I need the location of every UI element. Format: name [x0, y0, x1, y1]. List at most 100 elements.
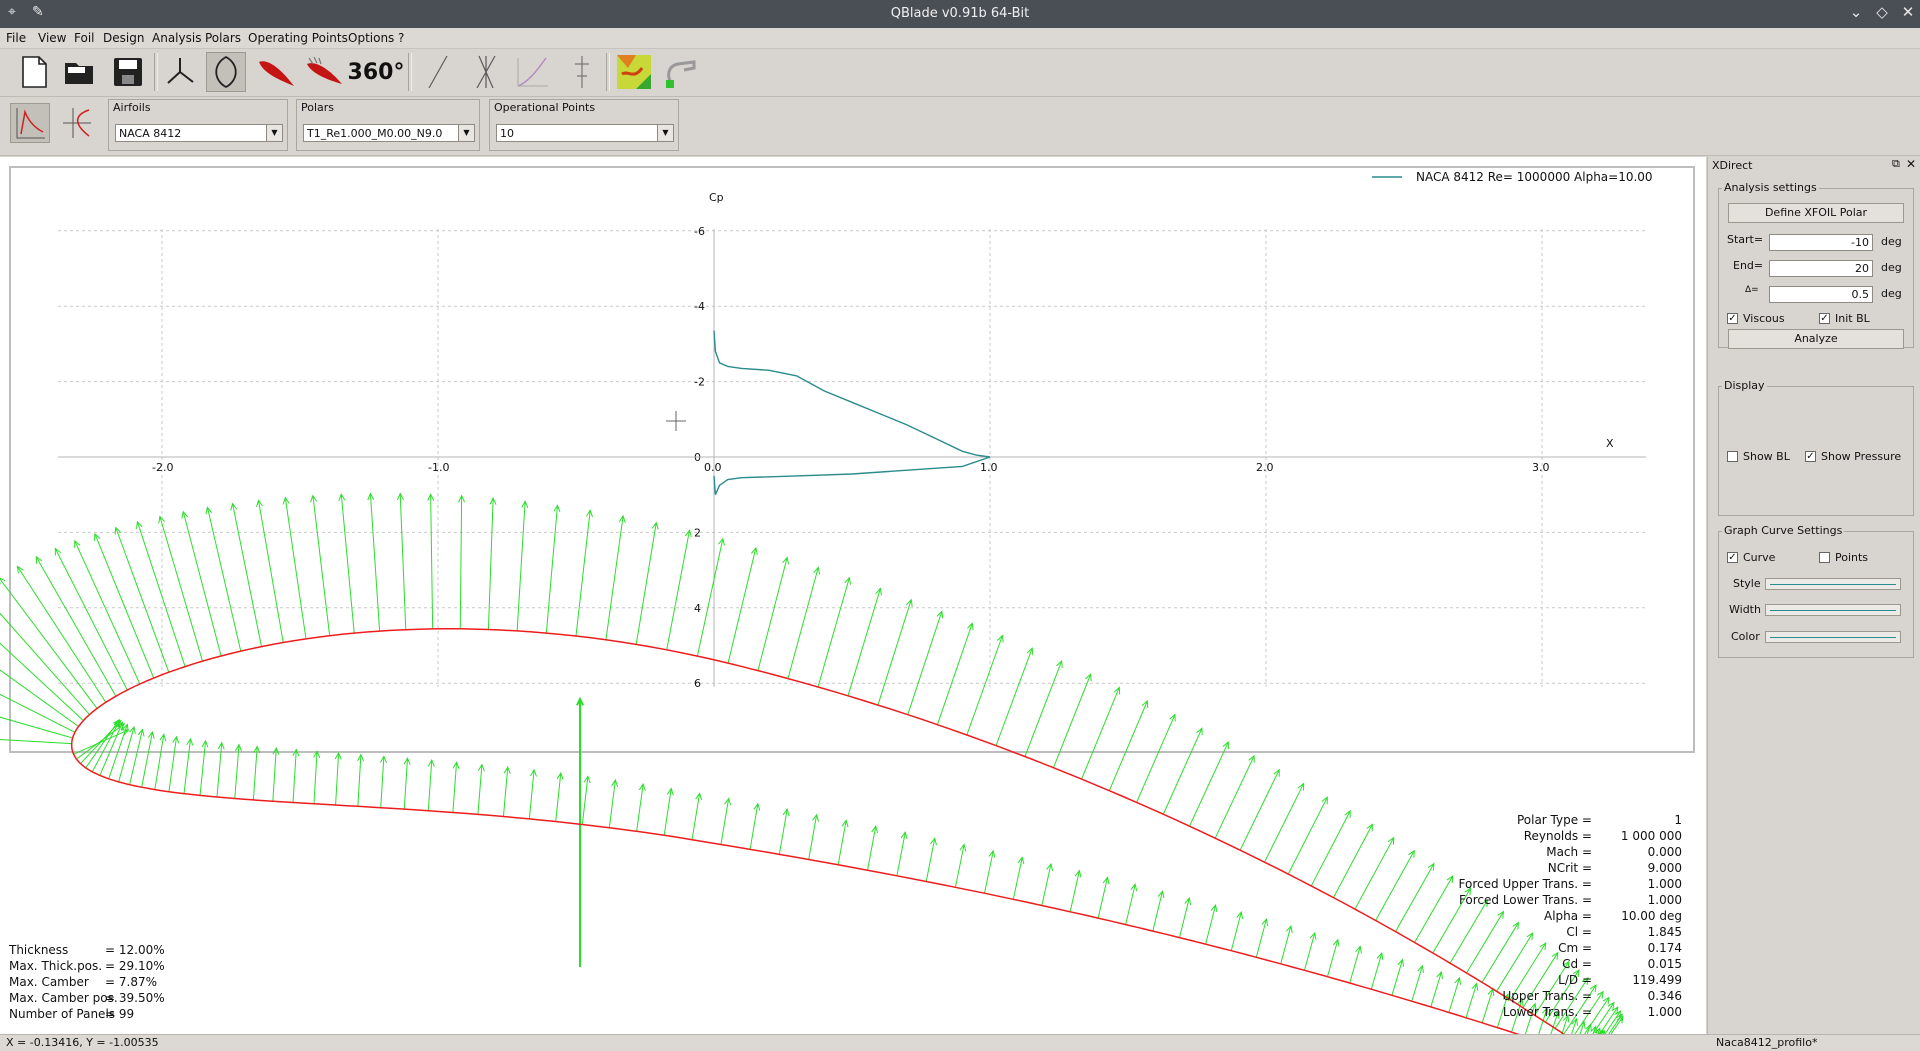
polar-view-button[interactable] — [56, 103, 96, 143]
lower-pressure-vector — [1097, 877, 1108, 919]
rotor-mode-button[interactable] — [160, 52, 200, 92]
upper-pressure-vector — [1081, 687, 1120, 780]
upper-pressure-vector — [907, 611, 943, 715]
oppoint-select[interactable]: 10 ▼ — [496, 124, 674, 142]
new-file-icon — [22, 56, 47, 88]
lower-pressure-vector — [778, 809, 788, 855]
foil-design-button[interactable] — [256, 52, 296, 92]
lower-pressure-vector — [380, 756, 385, 808]
analysis-result-label: Cl = — [1566, 925, 1592, 939]
rotor-icon — [167, 58, 194, 84]
upper-pressure-vector — [182, 511, 222, 657]
xfoil-analysis-button[interactable] — [304, 52, 344, 92]
define-xfoil-polar-button[interactable]: Define XFOIL Polar — [1728, 203, 1904, 223]
upper-pressure-vector — [1052, 673, 1092, 768]
show-bl-checkbox[interactable] — [1727, 451, 1738, 462]
menu-options[interactable]: Options — [348, 31, 394, 45]
oppoints-label: Operational Points — [494, 101, 596, 114]
airfoil-select[interactable]: NACA 8412 ▼ — [115, 124, 283, 142]
curve-checkbox[interactable]: ✓ — [1727, 552, 1738, 563]
y-tick-label: 2 — [694, 526, 701, 539]
menu-operating-points[interactable]: Operating Points — [248, 31, 348, 45]
delta-alpha-input[interactable]: 0.5 — [1769, 286, 1873, 303]
menu-help[interactable]: ? — [398, 31, 404, 45]
selector-toolbar: Airfoils NACA 8412 ▼ Polars T1_Re1.000_M… — [0, 97, 1920, 156]
polar-select[interactable]: T1_Re1.000_M0.00_N9.0 ▼ — [303, 124, 475, 142]
show-pressure-checkbox[interactable]: ✓ — [1805, 451, 1816, 462]
curve-width-selector[interactable] — [1765, 604, 1901, 616]
upper-pressure-vector — [1449, 899, 1488, 964]
menu-foil[interactable]: Foil — [74, 31, 94, 45]
graph-curve-settings-label: Graph Curve Settings — [1722, 524, 1845, 537]
menu-analysis[interactable]: Analysis — [152, 31, 201, 45]
curve-button[interactable] — [512, 52, 552, 92]
toolbar-separator — [606, 53, 610, 91]
start-alpha-input[interactable]: -10 — [1769, 234, 1873, 251]
blade-cross-button[interactable] — [466, 52, 506, 92]
analyze-button[interactable]: Analyze — [1728, 329, 1904, 349]
lower-pressure-vector — [1152, 891, 1163, 932]
line-icon — [428, 55, 448, 89]
cp-plot-area[interactable]: -2.0-1.00.01.02.03.0-6-4-20246 NACA 8412… — [0, 157, 1706, 1034]
close-icon[interactable]: ✕ — [1898, 3, 1918, 21]
upper-pressure-vector — [159, 516, 203, 662]
analysis-result-value: 1.000 — [1647, 877, 1682, 891]
upper-pressure-vector-head — [1497, 910, 1505, 919]
init-bl-checkbox[interactable]: ✓ — [1819, 313, 1830, 324]
toolbar-separator — [408, 53, 412, 91]
save-button[interactable] — [108, 52, 148, 92]
lower-pressure-vector — [129, 729, 143, 785]
start-label: Start= — [1727, 233, 1764, 246]
float-dock-icon[interactable]: ⧉ — [1892, 157, 1900, 171]
blade-sections-button[interactable] — [562, 52, 602, 92]
menu-file[interactable]: File — [6, 31, 26, 45]
blade-sections-icon — [575, 56, 589, 88]
curve-color-selector[interactable] — [1765, 631, 1901, 643]
minimize-icon[interactable]: ⌄ — [1846, 3, 1866, 21]
crosshair-cursor-icon — [666, 411, 686, 431]
upper-pressure-vector — [1310, 810, 1351, 887]
end-alpha-input[interactable]: 20 — [1769, 260, 1873, 277]
analysis-result-value: 0.174 — [1647, 941, 1682, 955]
upper-pressure-vector-head — [1539, 942, 1547, 951]
upper-pressure-vector-head — [1512, 921, 1520, 930]
cp-chart[interactable]: -2.0-1.00.01.02.03.0-6-4-20246 NACA 8412… — [0, 157, 1706, 1034]
analysis-result-label: Lower Trans. = — [1502, 1005, 1592, 1019]
cp-view-button[interactable] — [10, 103, 50, 143]
geometry-info-label: Max. Camber — [9, 975, 89, 989]
maximize-icon[interactable]: ◇ — [1872, 3, 1892, 21]
upper-pressure-vector — [284, 497, 307, 639]
open-button[interactable] — [60, 52, 100, 92]
analysis-result-value: 1.845 — [1647, 925, 1682, 939]
upper-pressure-vector — [257, 500, 284, 643]
blade-line-button[interactable] — [418, 52, 458, 92]
upper-pressure-vector — [605, 516, 624, 640]
display-group: Display Show BL ✓ Show Pressure — [1718, 379, 1914, 516]
polar-360-button[interactable]: 360° — [348, 52, 405, 92]
chevron-down-icon: ▼ — [657, 125, 673, 141]
field-view-button[interactable] — [614, 52, 654, 92]
new-project-button[interactable] — [14, 52, 54, 92]
analysis-settings-label: Analysis settings — [1722, 181, 1819, 194]
close-dock-icon[interactable]: ✕ — [1906, 157, 1916, 171]
menu-polars[interactable]: Polars — [205, 31, 241, 45]
chevron-down-icon: ▼ — [458, 125, 474, 141]
analysis-result-label: L/D = — [1558, 973, 1592, 987]
menu-view[interactable]: View — [38, 31, 66, 45]
geometry-info-value: = 7.87% — [105, 975, 157, 989]
geometry-info-row: Max. Camber = 7.87% — [9, 975, 157, 989]
airfoil-mode-button[interactable] — [206, 52, 246, 92]
upper-pressure-vector — [817, 577, 850, 688]
points-checkbox[interactable] — [1819, 552, 1830, 563]
simulation-button[interactable] — [660, 52, 700, 92]
upper-pressure-vector — [459, 495, 463, 629]
menu-design[interactable]: Design — [103, 31, 144, 45]
viscous-checkbox[interactable]: ✓ — [1727, 313, 1738, 324]
cp-lower-curve — [713, 456, 991, 495]
folder-icon — [65, 63, 93, 84]
lower-pressure-vector — [1448, 977, 1460, 1013]
y-axis-label: Cp — [709, 191, 724, 204]
upper-pressure-vector — [1264, 783, 1305, 863]
curve-style-selector[interactable] — [1765, 578, 1901, 590]
lower-pressure-vector — [199, 740, 207, 796]
